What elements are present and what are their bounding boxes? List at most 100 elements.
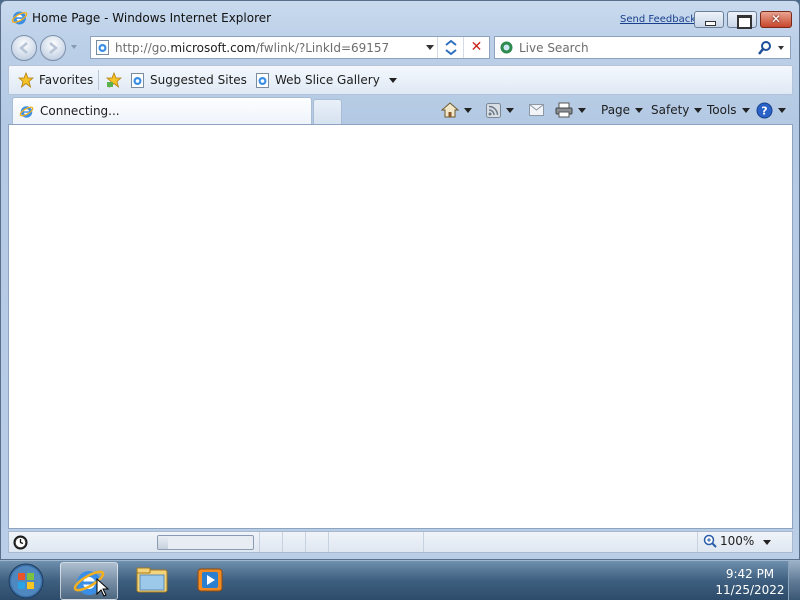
stop-button[interactable]: ✕: [463, 37, 489, 58]
safety-menu-button[interactable]: Safety: [651, 100, 703, 120]
tools-menu-button[interactable]: Tools: [707, 100, 750, 120]
chevron-down-icon: [778, 107, 786, 113]
clock-time: 9:42 PM: [725, 567, 775, 581]
progress-fill: [158, 536, 168, 549]
ie-page-icon: [256, 72, 269, 88]
address-dropdown[interactable]: [426, 45, 434, 50]
zoom-dropdown[interactable]: [763, 540, 771, 545]
search-options-dropdown[interactable]: [778, 46, 784, 50]
chevron-down-icon: [741, 107, 750, 113]
forward-button[interactable]: [40, 35, 66, 61]
chevron-down-icon: [388, 77, 397, 83]
page-menu-label: Page: [601, 103, 631, 117]
title-bar: Home Page - Windows Internet Explorer Se…: [1, 1, 799, 33]
ie-window: Home Page - Windows Internet Explorer Se…: [0, 0, 800, 560]
windows-start-icon[interactable]: [6, 562, 46, 600]
media-player-icon: [197, 568, 223, 592]
taskbar: 9:42 PM 11/25/2022: [0, 560, 800, 600]
new-tab-button[interactable]: [313, 99, 342, 124]
read-mail-button[interactable]: [529, 100, 544, 120]
ie-logo-icon: [19, 106, 34, 118]
chevron-down-icon: [694, 107, 703, 113]
address-url[interactable]: http://go.microsoft.com/fwlink/?LinkId=6…: [115, 41, 389, 55]
url-path: /fwlink/?LinkId=69157: [255, 41, 390, 55]
favorites-button[interactable]: Favorites: [18, 66, 93, 94]
taskbar-internet-explorer[interactable]: [60, 562, 118, 600]
back-arrow-icon: [19, 42, 28, 54]
chevron-down-icon[interactable]: [506, 107, 514, 113]
refresh-button[interactable]: [437, 37, 463, 58]
ie-logo-icon: [11, 11, 28, 25]
suggested-sites-label: Suggested Sites: [150, 73, 247, 87]
home-icon: [441, 102, 459, 118]
tab-connecting[interactable]: Connecting...: [12, 97, 312, 124]
status-divider: [697, 532, 698, 552]
taskbar-windows-media-player[interactable]: [188, 562, 232, 600]
print-icon: [555, 102, 573, 118]
page-load-progress: [157, 535, 254, 550]
feeds-button[interactable]: [486, 100, 514, 120]
status-divider: [423, 532, 424, 552]
zoom-icon: [703, 534, 717, 548]
mail-icon: [529, 104, 544, 116]
home-button[interactable]: [441, 100, 472, 120]
status-divider: [259, 532, 260, 552]
tools-menu-label: Tools: [707, 103, 737, 117]
print-button[interactable]: [555, 100, 586, 120]
status-bar: 100%: [8, 531, 793, 553]
address-bar[interactable]: http://go.microsoft.com/fwlink/?LinkId=6…: [90, 36, 490, 59]
send-feedback-link[interactable]: Send Feedback: [620, 14, 696, 25]
maximize-button[interactable]: [727, 11, 757, 29]
taskbar-windows-explorer[interactable]: [130, 562, 174, 600]
show-desktop-button[interactable]: [788, 561, 800, 600]
suggested-sites-button[interactable]: Suggested Sites: [130, 66, 264, 94]
help-icon: ?: [756, 102, 773, 118]
chevron-down-icon[interactable]: [578, 107, 586, 113]
refresh-icon: [445, 39, 457, 56]
safety-menu-label: Safety: [651, 103, 690, 117]
status-divider: [328, 532, 329, 552]
status-divider: [305, 532, 306, 552]
chevron-down-icon: [635, 107, 644, 113]
tab-label: Connecting...: [40, 104, 120, 118]
rss-feed-icon: [486, 102, 501, 118]
page-icon: [96, 40, 109, 55]
system-clock[interactable]: 9:42 PM 11/25/2022: [700, 566, 800, 598]
recent-pages-dropdown[interactable]: [71, 45, 77, 49]
ie-logo-icon: [73, 570, 110, 597]
minimize-button[interactable]: [694, 11, 724, 28]
web-slice-gallery-button[interactable]: Web Slice Gallery: [255, 66, 397, 94]
url-prefix: http://go.: [115, 41, 171, 55]
search-icon[interactable]: [757, 40, 773, 56]
add-favorite-star-icon: [106, 72, 122, 88]
window-title: Home Page - Windows Internet Explorer: [32, 11, 272, 25]
favorites-label: Favorites: [39, 73, 94, 87]
search-input[interactable]: Live Search: [519, 41, 589, 55]
search-box[interactable]: Live Search: [494, 36, 791, 59]
svg-text:?: ?: [761, 104, 767, 117]
clock-date: 11/25/2022: [715, 583, 785, 597]
favorites-bar: Favorites Suggested Sites Web Slice Gall…: [8, 65, 793, 95]
favorites-separator: [98, 70, 99, 90]
page-menu-button[interactable]: Page: [601, 100, 644, 120]
close-button[interactable]: ✕: [760, 11, 792, 28]
back-button[interactable]: [11, 35, 37, 61]
page-content[interactable]: [8, 124, 793, 529]
close-icon: ✕: [770, 12, 782, 26]
zoom-level: 100%: [720, 534, 755, 548]
help-button[interactable]: ?: [756, 100, 786, 120]
stop-icon: ✕: [470, 39, 483, 55]
chevron-down-icon[interactable]: [464, 107, 472, 113]
loading-clock-icon: [13, 535, 28, 550]
zoom-button[interactable]: 100%: [703, 534, 754, 548]
status-divider: [282, 532, 283, 552]
ie-page-icon: [131, 72, 144, 88]
url-domain: microsoft.com: [170, 41, 256, 55]
folder-icon: [136, 567, 168, 593]
add-to-favorites-bar-button[interactable]: [106, 66, 122, 94]
forward-arrow-icon: [49, 42, 58, 54]
tab-row: Connecting... Page Safety Tools ?: [8, 97, 793, 124]
web-slice-gallery-label: Web Slice Gallery: [275, 73, 380, 87]
live-search-icon: [500, 41, 513, 54]
favorites-star-icon: [18, 72, 34, 88]
